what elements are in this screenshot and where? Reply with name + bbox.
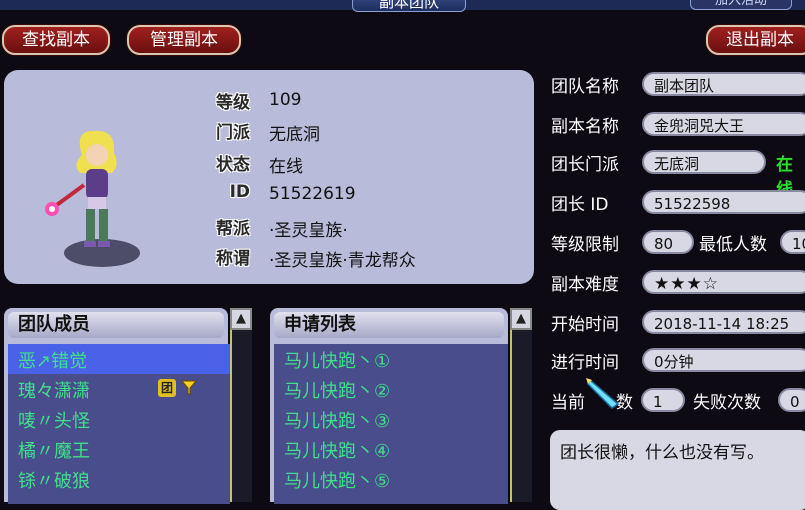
- guild-label: 帮派: [216, 219, 250, 239]
- sword-cursor-icon: [586, 378, 620, 409]
- title-label: 称谓: [216, 249, 250, 269]
- leader-id-label: 团长 ID: [551, 195, 609, 215]
- list-item[interactable]: 唛〃头怪: [18, 407, 90, 433]
- sect-label: 门派: [216, 123, 250, 143]
- fail-count-label: 失败次数: [693, 393, 761, 413]
- id-label: ID: [229, 182, 250, 202]
- team-description: 团长很懒，什么也没有写。: [550, 430, 805, 510]
- applicants-panel: 申请列表 马儿快跑丶① 马儿快跑丶② 马儿快跑丶③ 马儿快跑丶④ 马儿快跑丶⑤: [270, 308, 508, 504]
- elapsed-time-field: 0分钟: [642, 348, 805, 372]
- elapsed-time-label: 进行时间: [551, 353, 619, 373]
- level-value: 109: [269, 90, 302, 110]
- list-item[interactable]: 铩〃破狼: [18, 467, 90, 493]
- difficulty-label: 副本难度: [551, 275, 619, 295]
- leader-sect-label: 团长门派: [551, 155, 619, 175]
- join-activity-tab[interactable]: 加入活动: [690, 0, 792, 10]
- level-limit-label: 等级限制: [551, 235, 619, 255]
- list-item[interactable]: 马儿快跑丶⑤: [284, 467, 390, 493]
- leader-id-field: 51522598: [642, 190, 805, 214]
- team-name-field: 副本团队: [642, 72, 805, 96]
- team-members-list: 恶↗错觉 瑰々潇潇 团 唛〃头怪 橘〃魔王 铩〃破狼: [8, 344, 230, 504]
- exit-instance-button[interactable]: 退出副本: [706, 25, 805, 55]
- leader-badge-icon: 团: [158, 379, 176, 397]
- list-item[interactable]: 马儿快跑丶②: [284, 377, 390, 403]
- list-item[interactable]: 瑰々潇潇: [18, 377, 90, 403]
- applicants-scrollbar[interactable]: [510, 330, 532, 502]
- min-people-field: 10: [780, 230, 805, 254]
- status-value: 在线: [269, 157, 303, 177]
- team-members-panel: 团队成员 恶↗错觉 瑰々潇潇 团 唛〃头怪 橘〃魔王 铩〃破狼: [4, 308, 230, 504]
- start-time-label: 开始时间: [551, 315, 619, 335]
- level-label: 等级: [216, 93, 250, 113]
- sect-value: 无底洞: [269, 125, 320, 145]
- status-label: 状态: [216, 155, 250, 175]
- members-scrollbar[interactable]: [230, 330, 252, 502]
- applicants-list: 马儿快跑丶① 马儿快跑丶② 马儿快跑丶③ 马儿快跑丶④ 马儿快跑丶⑤: [274, 344, 508, 504]
- leader-sect-field: 无底洞: [642, 150, 766, 174]
- window-title: 副本团队: [352, 0, 466, 12]
- list-item[interactable]: 马儿快跑丶①: [284, 347, 390, 373]
- team-members-header: 团队成员: [8, 312, 224, 338]
- character-avatar: [45, 130, 140, 267]
- instance-name-field: 金兜洞兕大王: [642, 112, 805, 136]
- list-item[interactable]: 橘〃魔王: [18, 437, 90, 463]
- difficulty-stars: ★★★☆: [642, 270, 805, 294]
- level-limit-field: 80: [642, 230, 694, 254]
- instance-name-label: 副本名称: [551, 117, 619, 137]
- current-count-field: 1: [641, 388, 685, 412]
- team-name-label: 团队名称: [551, 77, 619, 97]
- guild-value: ·圣灵皇族·: [269, 221, 348, 241]
- applicants-header: 申请列表: [274, 312, 504, 338]
- id-value: 51522619: [269, 184, 356, 204]
- find-instance-button[interactable]: 查找副本: [2, 25, 110, 55]
- list-item[interactable]: 马儿快跑丶③: [284, 407, 390, 433]
- list-item[interactable]: 马儿快跑丶④: [284, 437, 390, 463]
- list-item[interactable]: 恶↗错觉: [18, 347, 87, 373]
- start-time-field: 2018-11-14 18:25: [642, 310, 805, 334]
- filter-icon: [180, 380, 198, 397]
- min-people-label: 最低人数: [699, 235, 767, 255]
- fail-count-field: 0: [778, 388, 805, 412]
- current-count-label: 当前: [551, 393, 585, 413]
- applicants-scroll-up-button[interactable]: ▲: [510, 308, 532, 330]
- title-value: ·圣灵皇族·青龙帮众: [269, 251, 416, 271]
- player-profile-panel: 等级 109 门派 无底洞 状态 在线 ID 51522619 帮派 ·圣灵皇族…: [4, 70, 534, 284]
- manage-instance-button[interactable]: 管理副本: [127, 25, 241, 55]
- members-scroll-up-button[interactable]: ▲: [230, 308, 252, 330]
